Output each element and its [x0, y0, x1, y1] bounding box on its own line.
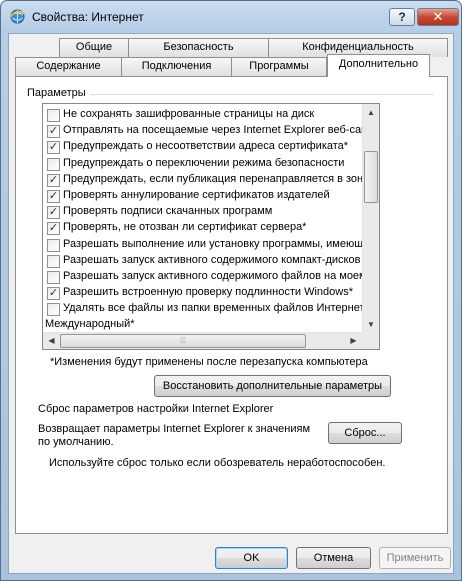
tab-advanced[interactable]: Дополнительно — [327, 54, 430, 77]
settings-horizontal-scrollbar[interactable]: ◀ ⦙⦙⦙ ▶ — [43, 332, 379, 349]
tab-content[interactable]: Содержание — [15, 57, 122, 76]
checkbox-checked[interactable]: ✓ — [47, 141, 60, 155]
cancel-button[interactable]: Отмена — [296, 547, 371, 569]
ok-button[interactable]: OK — [215, 547, 288, 569]
settings-vertical-scrollbar[interactable]: ▲ ▼ — [362, 104, 379, 333]
settings-list[interactable]: Не сохранять зашифрованные страницы на д… — [42, 103, 380, 350]
checkbox-unchecked[interactable] — [47, 303, 60, 317]
checkbox-unchecked[interactable] — [47, 109, 60, 122]
setting-label: Разрешать выполнение или установку прогр… — [63, 237, 376, 250]
settings-group-label: Параметры — [27, 87, 90, 99]
internet-options-window: Свойства: Интернет ? ✕ Общие Безопасност… — [0, 0, 462, 581]
setting-label: Предупреждать о переключении режима безо… — [63, 156, 345, 169]
close-button[interactable]: ✕ — [417, 8, 459, 26]
scroll-right-arrow-icon[interactable]: ▶ — [345, 333, 362, 349]
horizontal-scroll-thumb[interactable]: ⦙⦙⦙ — [60, 334, 306, 348]
setting-label: Разрешить встроенную проверку подлинност… — [63, 286, 353, 299]
reset-description-line1: Возвращает параметры Internet Explorer к… — [38, 423, 311, 435]
checkbox-checked[interactable]: ✓ — [47, 206, 60, 220]
checkbox-checked[interactable]: ✓ — [47, 190, 60, 203]
reset-group-label: Сброс параметров настройки Internet Expl… — [38, 403, 274, 415]
tab-security[interactable]: Безопасность — [128, 38, 269, 57]
restart-note: *Изменения будут применены после перезап… — [50, 356, 368, 368]
setting-label: Проверять аннулирование сертификатов изд… — [63, 189, 330, 201]
setting-label: Предупреждать о несоответствии адреса се… — [63, 140, 349, 153]
tab-general[interactable]: Общие — [59, 38, 129, 57]
checkbox-unchecked[interactable] — [47, 271, 60, 284]
restore-advanced-settings-button[interactable]: Восстановить дополнительные параметры — [154, 375, 391, 397]
help-button[interactable]: ? — [389, 8, 415, 26]
scroll-left-arrow-icon[interactable]: ◀ — [43, 333, 60, 349]
setting-label: Проверять подписи скачанных программ — [63, 205, 273, 218]
scroll-down-arrow-icon[interactable]: ▼ — [363, 316, 379, 333]
reset-description-line2: по умолчанию. — [38, 436, 114, 448]
checkbox-unchecked[interactable] — [47, 238, 60, 252]
setting-label: Удалять все файлы из папки временных фай… — [63, 302, 371, 315]
ie-globe-icon — [9, 9, 26, 24]
setting-label: Разрешать запуск активного содержимого к… — [63, 253, 361, 266]
advanced-tab-page: Параметры Не сохранять зашифрованные стр… — [15, 76, 448, 534]
scrollbar-corner — [362, 332, 379, 349]
dialog-client: Общие Безопасность Конфиденциальность Со… — [8, 33, 454, 574]
setting-label: Не сохранять зашифрованные страницы на д… — [63, 108, 315, 120]
checkbox-checked[interactable]: ✓ — [47, 173, 60, 187]
checkbox-unchecked[interactable] — [47, 157, 60, 171]
vertical-scroll-thumb[interactable] — [364, 151, 378, 203]
checkbox-checked[interactable]: ✓ — [47, 287, 60, 301]
setting-label: Разрешать запуск активного содержимого ф… — [63, 270, 367, 282]
checkbox-checked[interactable]: ✓ — [47, 125, 60, 139]
reset-hint: Используйте сброс только если обозревате… — [49, 457, 386, 469]
setting-label: Предупреждать, если публикация перенапра… — [63, 172, 369, 185]
checkbox-unchecked[interactable] — [47, 254, 60, 268]
tab-programs[interactable]: Программы — [231, 57, 327, 76]
apply-button[interactable]: Применить — [379, 547, 451, 569]
setting-label: Проверять, не отозван ли сертификат серв… — [63, 221, 307, 234]
scroll-grip-icon: ⦙⦙⦙ — [179, 335, 187, 345]
title-bar[interactable]: Свойства: Интернет ? ✕ — [1, 1, 461, 33]
checkbox-checked[interactable]: ✓ — [47, 222, 60, 236]
setting-label: Отправлять на посещаемые через Internet … — [63, 124, 380, 137]
reset-button[interactable]: Сброс... — [328, 422, 402, 444]
settings-group-divider — [88, 94, 434, 95]
tab-connections[interactable]: Подключения — [121, 57, 232, 76]
window-title: Свойства: Интернет — [32, 10, 144, 24]
scroll-up-arrow-icon[interactable]: ▲ — [363, 104, 379, 121]
